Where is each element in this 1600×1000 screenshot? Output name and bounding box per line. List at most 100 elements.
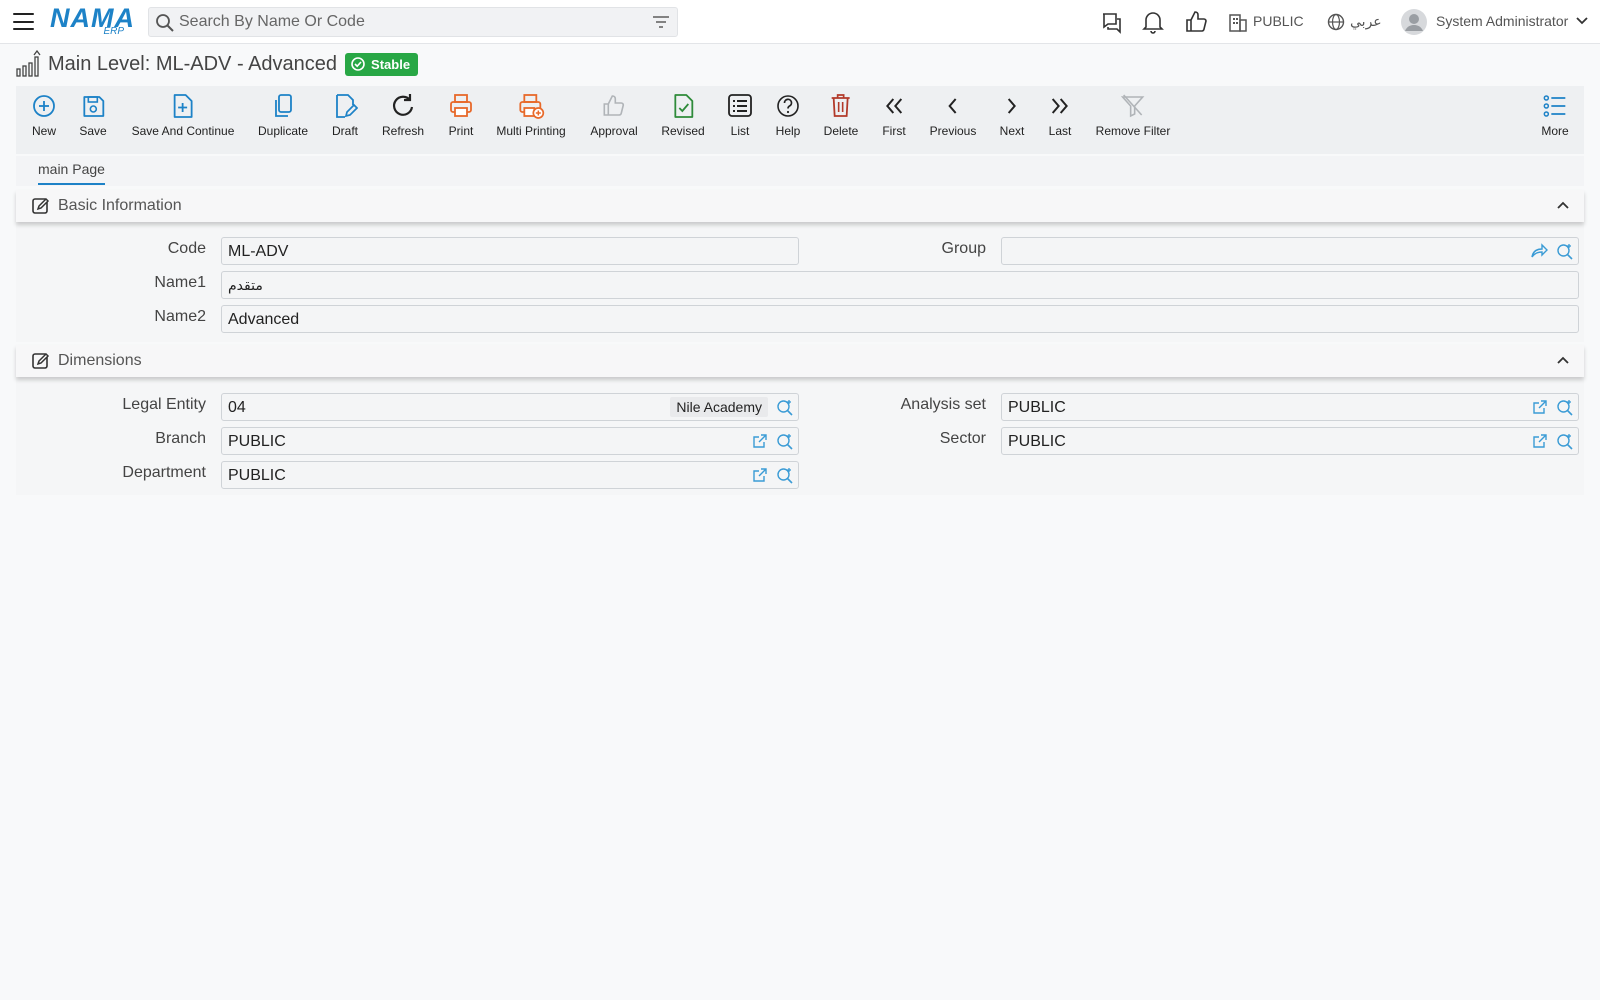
- chevrons-right-icon: [1052, 98, 1069, 114]
- analysis-set-field[interactable]: PUBLIC: [1001, 393, 1579, 421]
- plus-circle-icon: [33, 95, 55, 117]
- chevron-right-icon: [1008, 98, 1017, 114]
- dimensions-section: Dimensions Legal Entity 04 Nile Academy …: [16, 345, 1584, 495]
- external-link-icon[interactable]: [1532, 399, 1548, 415]
- duplicate-button[interactable]: Duplicate: [258, 92, 308, 138]
- page-tabs: main Page: [16, 156, 1584, 186]
- more-list-icon: [1543, 95, 1565, 117]
- search-plus-icon[interactable]: [776, 399, 794, 417]
- print-button[interactable]: Print: [448, 92, 474, 138]
- analysis-set-label: Analysis set: [900, 396, 986, 413]
- help-icon: [777, 95, 799, 117]
- tab-main-page[interactable]: main Page: [38, 161, 105, 185]
- delete-button[interactable]: Delete: [824, 92, 858, 138]
- menu-icon[interactable]: [13, 13, 34, 30]
- share-icon[interactable]: [1530, 243, 1548, 259]
- help-button[interactable]: Help: [775, 92, 801, 138]
- group-field[interactable]: [1001, 237, 1579, 265]
- search-input[interactable]: [179, 12, 639, 32]
- chevron-down-icon[interactable]: [1575, 16, 1589, 26]
- basic-information-section: Basic Information Code ML-ADV Group Name…: [16, 190, 1584, 342]
- previous-button[interactable]: Previous: [930, 92, 976, 138]
- legal-entity-field[interactable]: 04 Nile Academy: [221, 393, 799, 421]
- trash-icon: [832, 94, 850, 117]
- status-badge: Stable: [345, 52, 419, 76]
- legal-entity-name: Nile Academy: [670, 397, 768, 417]
- code-field[interactable]: ML-ADV: [221, 237, 799, 265]
- basic-information-header[interactable]: Basic Information: [16, 190, 1584, 222]
- first-button[interactable]: First: [882, 92, 906, 138]
- approval-thumb-icon: [603, 95, 624, 116]
- top-header: NAMA ERP PUBLIC عربي System Administrato…: [0, 0, 1600, 44]
- refresh-icon: [392, 94, 414, 116]
- filter-off-icon: [1121, 94, 1145, 118]
- branch-selector[interactable]: PUBLIC: [1253, 13, 1304, 29]
- legal-entity-label: Legal Entity: [122, 396, 206, 413]
- name2-label: Name2: [154, 308, 206, 325]
- check-circle-icon: [351, 57, 365, 71]
- multi-printing-button[interactable]: Multi Printing: [496, 92, 566, 138]
- next-button[interactable]: Next: [1000, 92, 1024, 138]
- name2-field[interactable]: Advanced: [221, 305, 1579, 333]
- new-button[interactable]: New: [31, 92, 57, 138]
- branch-field[interactable]: PUBLIC: [221, 427, 799, 455]
- filter-icon[interactable]: [653, 15, 669, 29]
- group-label: Group: [941, 240, 986, 257]
- list-icon: [728, 94, 752, 117]
- sector-label: Sector: [939, 430, 986, 447]
- title-row: Main Level: ML-ADV - Advanced Stable: [16, 48, 419, 80]
- nama-logo[interactable]: NAMA ERP: [50, 4, 134, 38]
- multi-printer-icon: [519, 94, 544, 119]
- language-switch[interactable]: عربي: [1350, 13, 1382, 30]
- bell-icon[interactable]: [1142, 10, 1164, 34]
- printer-icon: [450, 94, 472, 117]
- branch-label: Branch: [155, 430, 206, 447]
- external-link-icon[interactable]: [1532, 433, 1548, 449]
- copy-icon: [275, 94, 292, 117]
- remove-filter-button[interactable]: Remove Filter: [1096, 92, 1170, 138]
- revised-button[interactable]: Revised: [661, 92, 705, 138]
- last-button[interactable]: Last: [1049, 92, 1071, 138]
- search-plus-icon[interactable]: [1556, 243, 1574, 261]
- chevron-left-icon: [948, 98, 957, 114]
- save-icon: [83, 96, 104, 117]
- file-plus-icon: [174, 94, 193, 118]
- thumbs-up-icon[interactable]: [1184, 10, 1208, 34]
- save-and-continue-button[interactable]: Save And Continue: [132, 92, 234, 138]
- search-box[interactable]: [148, 7, 678, 37]
- department-field[interactable]: PUBLIC: [221, 461, 799, 489]
- building-icon: [1229, 14, 1247, 32]
- edit-icon: [32, 352, 50, 369]
- list-button[interactable]: List: [727, 92, 753, 138]
- search-icon: [156, 14, 174, 32]
- more-button[interactable]: More: [1541, 92, 1569, 138]
- search-plus-icon[interactable]: [1556, 399, 1574, 417]
- save-button[interactable]: Save: [79, 92, 107, 138]
- name1-label: Name1: [154, 274, 206, 291]
- refresh-button[interactable]: Refresh: [382, 92, 424, 138]
- file-check-icon: [674, 94, 693, 118]
- external-link-icon[interactable]: [752, 467, 768, 483]
- edit-icon: [32, 197, 50, 214]
- approval-button[interactable]: Approval: [590, 92, 638, 138]
- page-title: Main Level: ML-ADV - Advanced: [48, 52, 338, 75]
- globe-icon: [1327, 13, 1345, 31]
- draft-button[interactable]: Draft: [332, 92, 358, 138]
- avatar-icon[interactable]: [1400, 8, 1428, 36]
- level-chart-icon: [16, 50, 41, 77]
- external-link-icon[interactable]: [752, 433, 768, 449]
- search-plus-icon[interactable]: [776, 467, 794, 485]
- action-toolbar: New Save Save And Continue Duplicate Dra…: [16, 86, 1584, 154]
- draft-pen-icon: [336, 94, 358, 118]
- chat-icon[interactable]: [1100, 10, 1124, 34]
- search-plus-icon[interactable]: [1556, 433, 1574, 451]
- code-label: Code: [167, 240, 206, 257]
- chevron-up-icon[interactable]: [1556, 355, 1570, 365]
- chevron-up-icon[interactable]: [1556, 200, 1570, 210]
- search-plus-icon[interactable]: [776, 433, 794, 451]
- dimensions-header[interactable]: Dimensions: [16, 345, 1584, 377]
- name1-field[interactable]: متقدم: [221, 271, 1579, 299]
- department-label: Department: [122, 464, 206, 481]
- user-menu[interactable]: System Administrator: [1436, 13, 1568, 29]
- sector-field[interactable]: PUBLIC: [1001, 427, 1579, 455]
